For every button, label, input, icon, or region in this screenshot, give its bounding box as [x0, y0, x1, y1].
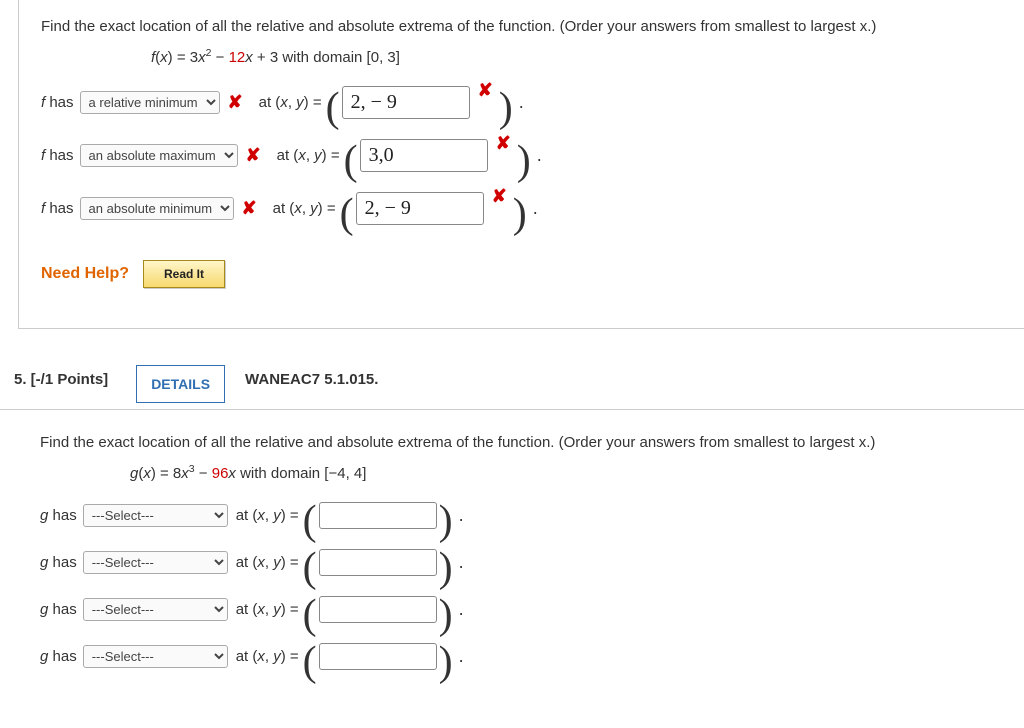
extremum-type-select[interactable]: ---Select---	[83, 551, 228, 574]
atxy-label: at (x, y) =	[277, 147, 340, 164]
x-mark-icon: ✘	[478, 80, 493, 101]
extremum-type-select[interactable]: ---Select---	[83, 504, 228, 527]
answer-input[interactable]	[360, 139, 488, 172]
need-help-row: Need Help? Read It	[41, 260, 1002, 288]
atxy-label: at (x, y) =	[259, 94, 322, 111]
atxy-label: at (x, y) =	[236, 507, 299, 524]
fhas-label: f has	[41, 147, 74, 164]
answer-input[interactable]	[319, 596, 437, 623]
period: .	[459, 505, 464, 526]
x-mark-icon: ✘	[242, 198, 257, 219]
q5-row-1: g has ---Select--- at (x, y) = ( ) .	[40, 502, 1024, 529]
q5-header: 5. [-/1 Points] DETAILS WANEAC7 5.1.015.	[0, 359, 1024, 410]
q1-prompt: Find the exact location of all the relat…	[41, 18, 1002, 35]
extremum-type-select[interactable]: an absolute maximum	[80, 144, 238, 167]
q5-function: g(x) = 8x3 − 96x with domain [−4, 4]	[130, 463, 1024, 482]
q1-row-1: f has a relative minimum ✘ at (x, y) = (…	[41, 86, 1002, 119]
need-help-label: Need Help?	[41, 265, 129, 283]
q1-row-2: f has an absolute maximum ✘ at (x, y) = …	[41, 139, 1002, 172]
fhas-label: f has	[41, 200, 74, 217]
read-it-button[interactable]: Read It	[143, 260, 225, 288]
answer-input[interactable]	[356, 192, 484, 225]
answer-input[interactable]	[319, 502, 437, 529]
fhas-label: f has	[41, 94, 74, 111]
q1-function: f(x) = 3x2 − 12x + 3 with domain [0, 3]	[151, 47, 1002, 66]
atxy-label: at (x, y) =	[273, 200, 336, 217]
period: .	[533, 198, 538, 219]
extremum-type-select[interactable]: ---Select---	[83, 645, 228, 668]
period: .	[459, 646, 464, 667]
ghas-label: g has	[40, 648, 77, 665]
atxy-label: at (x, y) =	[236, 554, 299, 571]
ghas-label: g has	[40, 601, 77, 618]
extremum-type-select[interactable]: ---Select---	[83, 598, 228, 621]
atxy-label: at (x, y) =	[236, 648, 299, 665]
x-mark-icon: ✘	[246, 145, 261, 166]
question-5-block: Find the exact location of all the relat…	[0, 410, 1024, 670]
atxy-label: at (x, y) =	[236, 601, 299, 618]
answer-input[interactable]	[319, 549, 437, 576]
ghas-label: g has	[40, 554, 77, 571]
period: .	[519, 92, 524, 113]
answer-input[interactable]	[342, 86, 470, 119]
q5-row-3: g has ---Select--- at (x, y) = ( ) .	[40, 596, 1024, 623]
problem-code: WANEAC7 5.1.015.	[239, 359, 384, 409]
x-mark-icon: ✘	[492, 186, 507, 207]
answer-input[interactable]	[319, 643, 437, 670]
x-mark-icon: ✘	[228, 92, 243, 113]
q5-row-4: g has ---Select--- at (x, y) = ( ) .	[40, 643, 1024, 670]
details-button[interactable]: DETAILS	[136, 365, 225, 403]
period: .	[537, 145, 542, 166]
points-label: 5. [-/1 Points]	[0, 359, 122, 409]
extremum-type-select[interactable]: an absolute minimum	[80, 197, 234, 220]
period: .	[459, 599, 464, 620]
q5-row-2: g has ---Select--- at (x, y) = ( ) .	[40, 549, 1024, 576]
ghas-label: g has	[40, 507, 77, 524]
question-1-block: Find the exact location of all the relat…	[18, 0, 1024, 329]
extremum-type-select[interactable]: a relative minimum	[80, 91, 220, 114]
x-mark-icon: ✘	[496, 133, 511, 154]
q1-row-3: f has an absolute minimum ✘ at (x, y) = …	[41, 192, 1002, 225]
period: .	[459, 552, 464, 573]
q5-prompt: Find the exact location of all the relat…	[40, 434, 1024, 451]
